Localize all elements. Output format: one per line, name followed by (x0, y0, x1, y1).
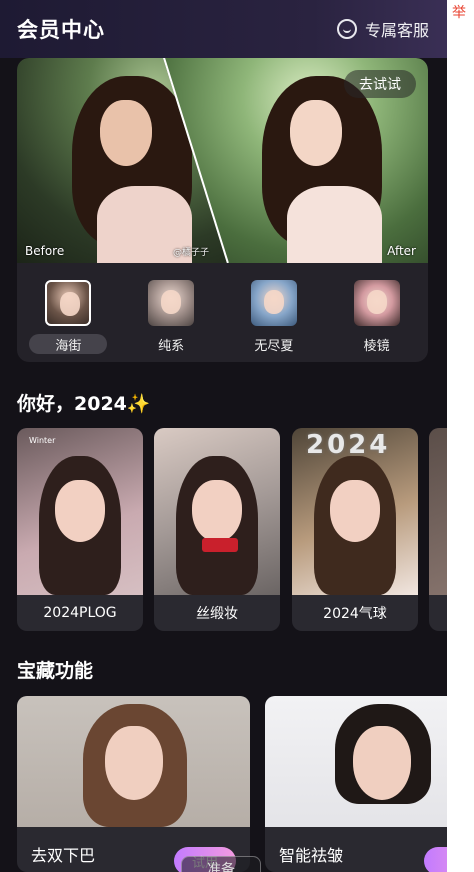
filter-name: 海街 (29, 334, 108, 354)
template-image (429, 428, 447, 595)
filter-thumbnail (148, 280, 195, 326)
filter-item-haijie[interactable]: 海街 (17, 263, 120, 362)
template-card-satin-makeup[interactable]: 丝缎妆 (154, 428, 280, 631)
page-title: 会员中心 (17, 18, 105, 42)
after-label: After (387, 244, 416, 258)
feature-card-double-chin[interactable]: 去双下巴 试用 (17, 696, 250, 872)
template-caption: 2024PLOG (43, 605, 117, 621)
before-label: Before (25, 244, 65, 258)
filter-thumbnail (250, 280, 297, 326)
support-label: 专属客服 (364, 21, 429, 40)
sparkle-icon: ✨ (126, 393, 151, 415)
feature-image (265, 696, 447, 827)
feature-name: 智能祛皱 (279, 846, 344, 865)
template-caption (429, 595, 447, 631)
filter-name: 纯系 (158, 338, 185, 354)
template-card-2024plog[interactable]: Winter 2024PLOG (17, 428, 143, 631)
filter-item-lengjing[interactable]: 棱镜 (325, 263, 428, 362)
filter-list: 海街 纯系 无尽夏 棱镜 (17, 263, 428, 362)
watermark: @橘子子 (173, 248, 210, 258)
bottom-floating-pill[interactable]: 准备 (181, 856, 261, 872)
balloon-text: 2024 (306, 430, 391, 460)
filter-name: 棱镜 (363, 338, 390, 354)
filter-name: 无尽夏 (254, 338, 294, 354)
filter-thumbnail (353, 280, 400, 326)
filter-item-chunxi[interactable]: 纯系 (120, 263, 223, 362)
template-image (154, 428, 280, 595)
before-after-preview[interactable]: Before @橘子子 After 去试试 (17, 58, 428, 263)
template-tag: Winter (29, 436, 56, 445)
try-button[interactable]: 去试试 (344, 70, 416, 98)
filter-item-wujinxia[interactable]: 无尽夏 (223, 263, 326, 362)
template-caption: 2024气球 (323, 606, 387, 622)
template-card-2024-balloon[interactable]: 2024 2024气球 (292, 428, 418, 631)
section-title-treasure: 宝藏功能 (17, 660, 94, 682)
support-button[interactable]: 专属客服 (336, 17, 429, 41)
template-image: 2024 (292, 428, 418, 595)
template-caption: 丝缎妆 (196, 606, 238, 622)
template-carousel[interactable]: Winter 2024PLOG 丝缎妆 2024 2024气球 (17, 428, 447, 633)
section-title-hello: 你好，2024✨ (17, 393, 151, 415)
member-center-screen: 会员中心 专属客服 Before @橘子子 After 去试试 海街 纯系 无尽… (0, 0, 447, 872)
smile-chat-icon (336, 19, 357, 39)
trial-button[interactable]: 试 (424, 847, 447, 872)
edge-overlay-char: 举 (452, 5, 466, 21)
template-image: Winter (17, 428, 143, 595)
feature-card-wrinkle-removal[interactable]: 智能祛皱 试 (265, 696, 447, 872)
header-bar: 会员中心 专属客服 (0, 0, 447, 58)
template-card-partial[interactable] (429, 428, 447, 631)
feature-image (17, 696, 250, 827)
feature-name: 去双下巴 (31, 846, 96, 865)
filter-preview-card: Before @橘子子 After 去试试 海街 纯系 无尽夏 棱镜 (17, 58, 428, 362)
filter-thumbnail (45, 280, 92, 326)
